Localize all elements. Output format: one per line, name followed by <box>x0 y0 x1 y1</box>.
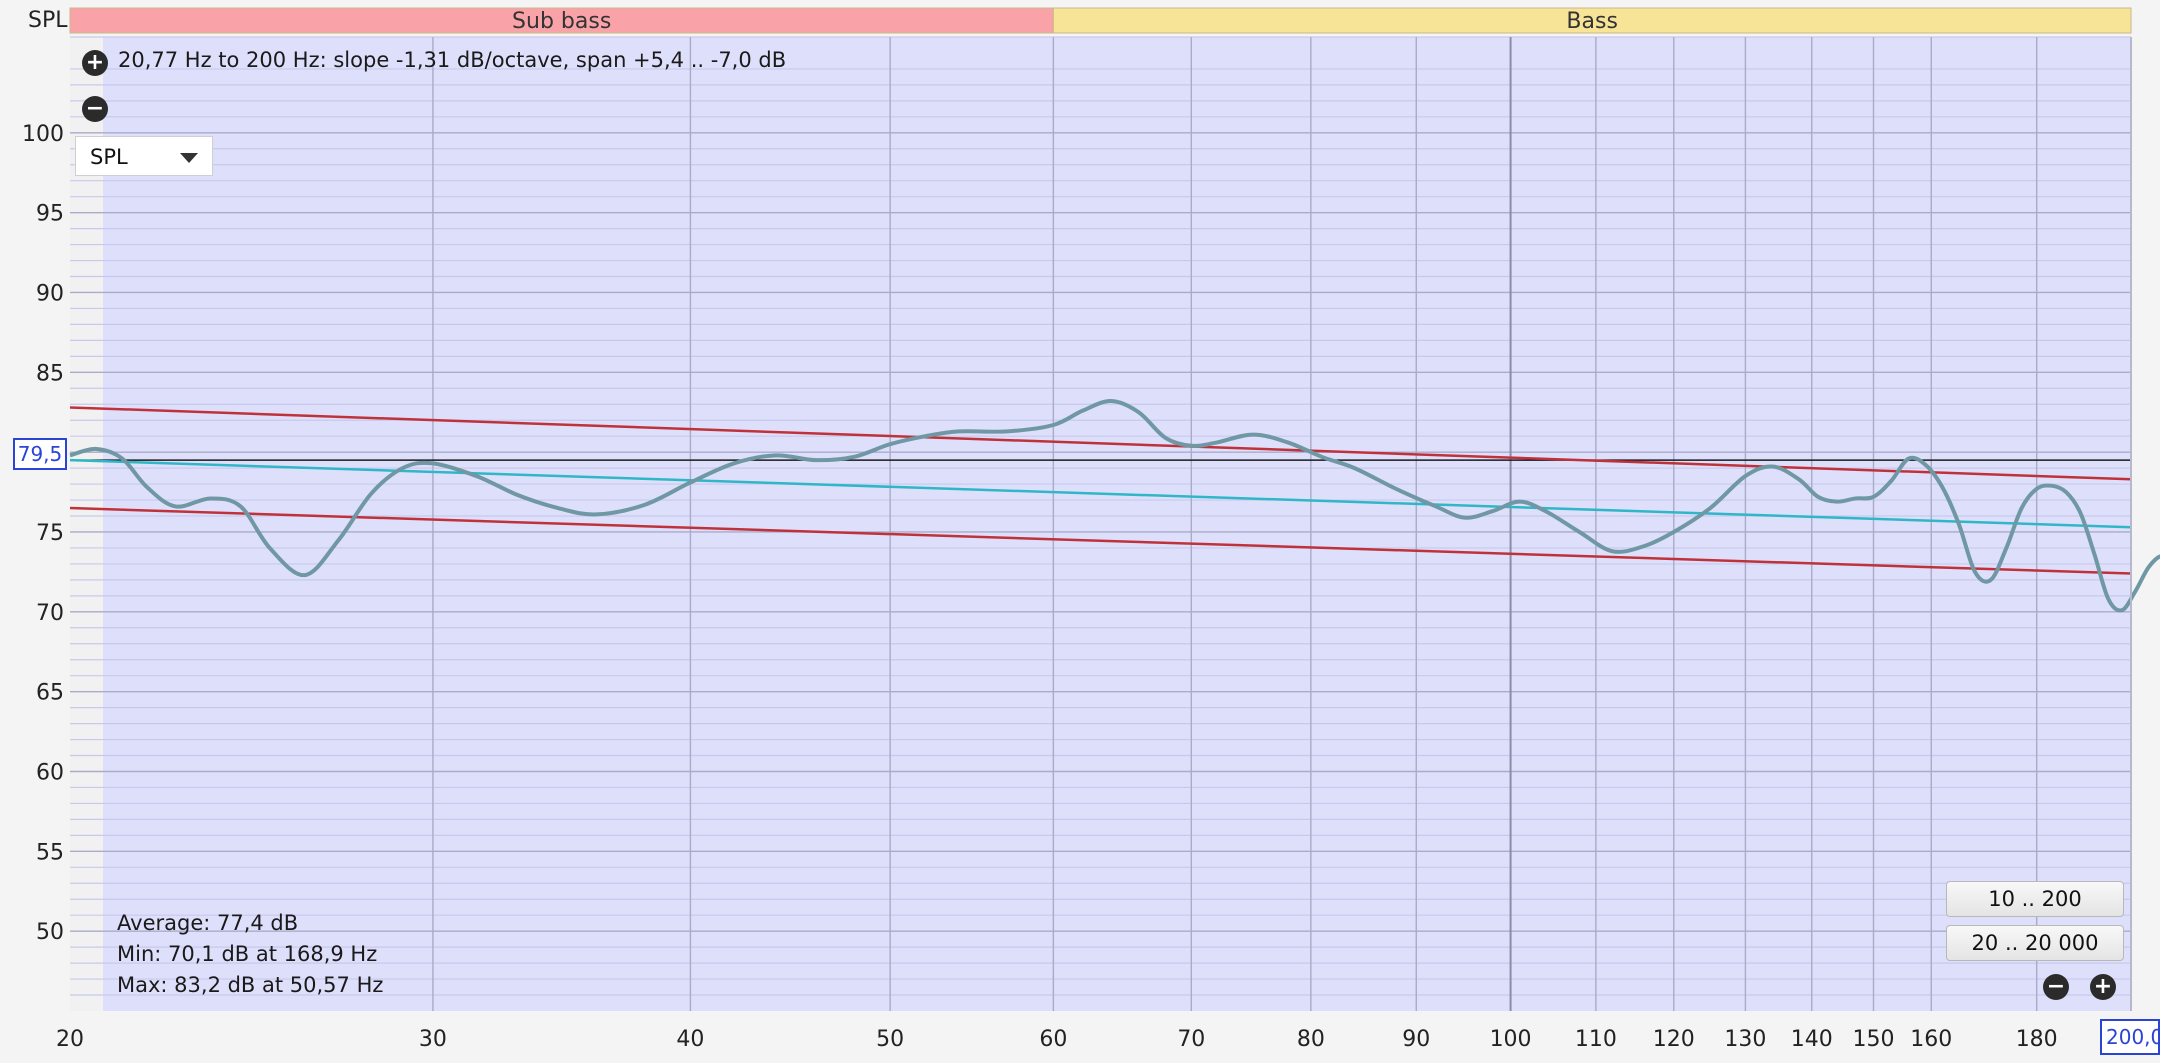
band-1-label: Bass <box>1566 9 1618 34</box>
y-tick-label: 100 <box>22 122 64 147</box>
range-10-200-button[interactable]: 10 .. 200 <box>1946 881 2124 917</box>
y-tick-label: 70 <box>36 601 64 626</box>
x-tick-label: 80 <box>1297 1027 1325 1052</box>
range-20-20000-label: 20 .. 20 000 <box>1971 931 2099 955</box>
y-tick-label: 55 <box>36 840 64 865</box>
x-tick-label: 20 <box>56 1027 84 1052</box>
stats-panel: Average: 77,4 dB Min: 70,1 dB at 168,9 H… <box>117 908 383 1001</box>
y-tick-label: 85 <box>36 361 64 386</box>
trace-select-value: SPL <box>90 145 128 169</box>
y-tick-label: 90 <box>36 281 64 306</box>
minus-circle-icon: − <box>2046 974 2066 999</box>
zoom-in-vertical-button[interactable]: + <box>82 50 108 76</box>
fit-summary-text: 20,77 Hz to 200 Hz: slope -1,31 dB/octav… <box>118 48 787 72</box>
reference-level-label: 79,5 <box>17 442 63 466</box>
x-tick-label: 30 <box>419 1027 447 1052</box>
y-axis-ticks: 50556065707580859095100 <box>22 122 64 945</box>
x-cursor-tag[interactable]: 200,0 <box>2100 1019 2160 1055</box>
band-0-label: Sub bass <box>512 9 611 34</box>
x-tick-label: 120 <box>1653 1027 1695 1052</box>
x-tick-label: 90 <box>1402 1027 1430 1052</box>
x-tick-label: 70 <box>1177 1027 1205 1052</box>
minus-circle-icon: − <box>85 96 105 121</box>
spl-chart[interactable]: SPL Sub bass Bass 50 55 60 65 70 75 80 85 90 95 100… <box>0 0 2160 1059</box>
y-axis-title: SPL <box>28 8 68 33</box>
trace-select-dropdown[interactable]: SPL <box>75 136 213 176</box>
x-tick-label: 100 <box>1490 1027 1532 1052</box>
plot-left-margin <box>70 37 103 1011</box>
x-tick-label: 40 <box>676 1027 704 1052</box>
plus-circle-icon: + <box>85 50 105 75</box>
range-10-200-label: 10 .. 200 <box>1988 887 2082 911</box>
range-20-20000-button[interactable]: 20 .. 20 000 <box>1946 925 2124 961</box>
y-tick-label: 60 <box>36 760 64 785</box>
y-tick-label: 50 <box>36 920 64 945</box>
plus-circle-icon: + <box>2093 974 2113 999</box>
zoom-out-horizontal-button[interactable]: − <box>2043 974 2069 1000</box>
x-tick-label: 110 <box>1575 1027 1617 1052</box>
zoom-out-vertical-button[interactable]: − <box>82 96 108 122</box>
x-tick-label: 50 <box>876 1027 904 1052</box>
x-tick-label: 140 <box>1791 1027 1833 1052</box>
y-tick-label: 75 <box>36 521 64 546</box>
x-tick-label: 130 <box>1724 1027 1766 1052</box>
frequency-band-strip: Sub bass Bass <box>69 7 2132 34</box>
zoom-in-horizontal-button[interactable]: + <box>2090 974 2116 1000</box>
min-stat: Min: 70,1 dB at 168,9 Hz <box>117 942 378 966</box>
y-tick-label: 65 <box>36 681 64 706</box>
x-cursor-label: 200,0 <box>2106 1025 2160 1049</box>
average-stat: Average: 77,4 dB <box>117 911 299 935</box>
y-tick-label: 95 <box>36 202 64 227</box>
x-tick-label: 150 <box>1853 1027 1895 1052</box>
chevron-down-icon <box>180 153 198 163</box>
x-axis-ticks: 20 30 40 50 60 70 80 90 100 110 120 130 140 150 160 180 <box>56 1027 2058 1052</box>
x-tick-label: 180 <box>2016 1027 2058 1052</box>
plot-area[interactable] <box>103 37 2131 1011</box>
x-tick-label: 160 <box>1910 1027 1952 1052</box>
x-tick-label: 60 <box>1039 1027 1067 1052</box>
max-stat: Max: 83,2 dB at 50,57 Hz <box>117 973 384 997</box>
rew-spl-graph-window: SPL Sub bass Bass 50 55 60 65 70 75 80 85 90 95 100… <box>0 0 2160 1059</box>
reference-level-tag[interactable]: 79,5 <box>13 438 67 470</box>
